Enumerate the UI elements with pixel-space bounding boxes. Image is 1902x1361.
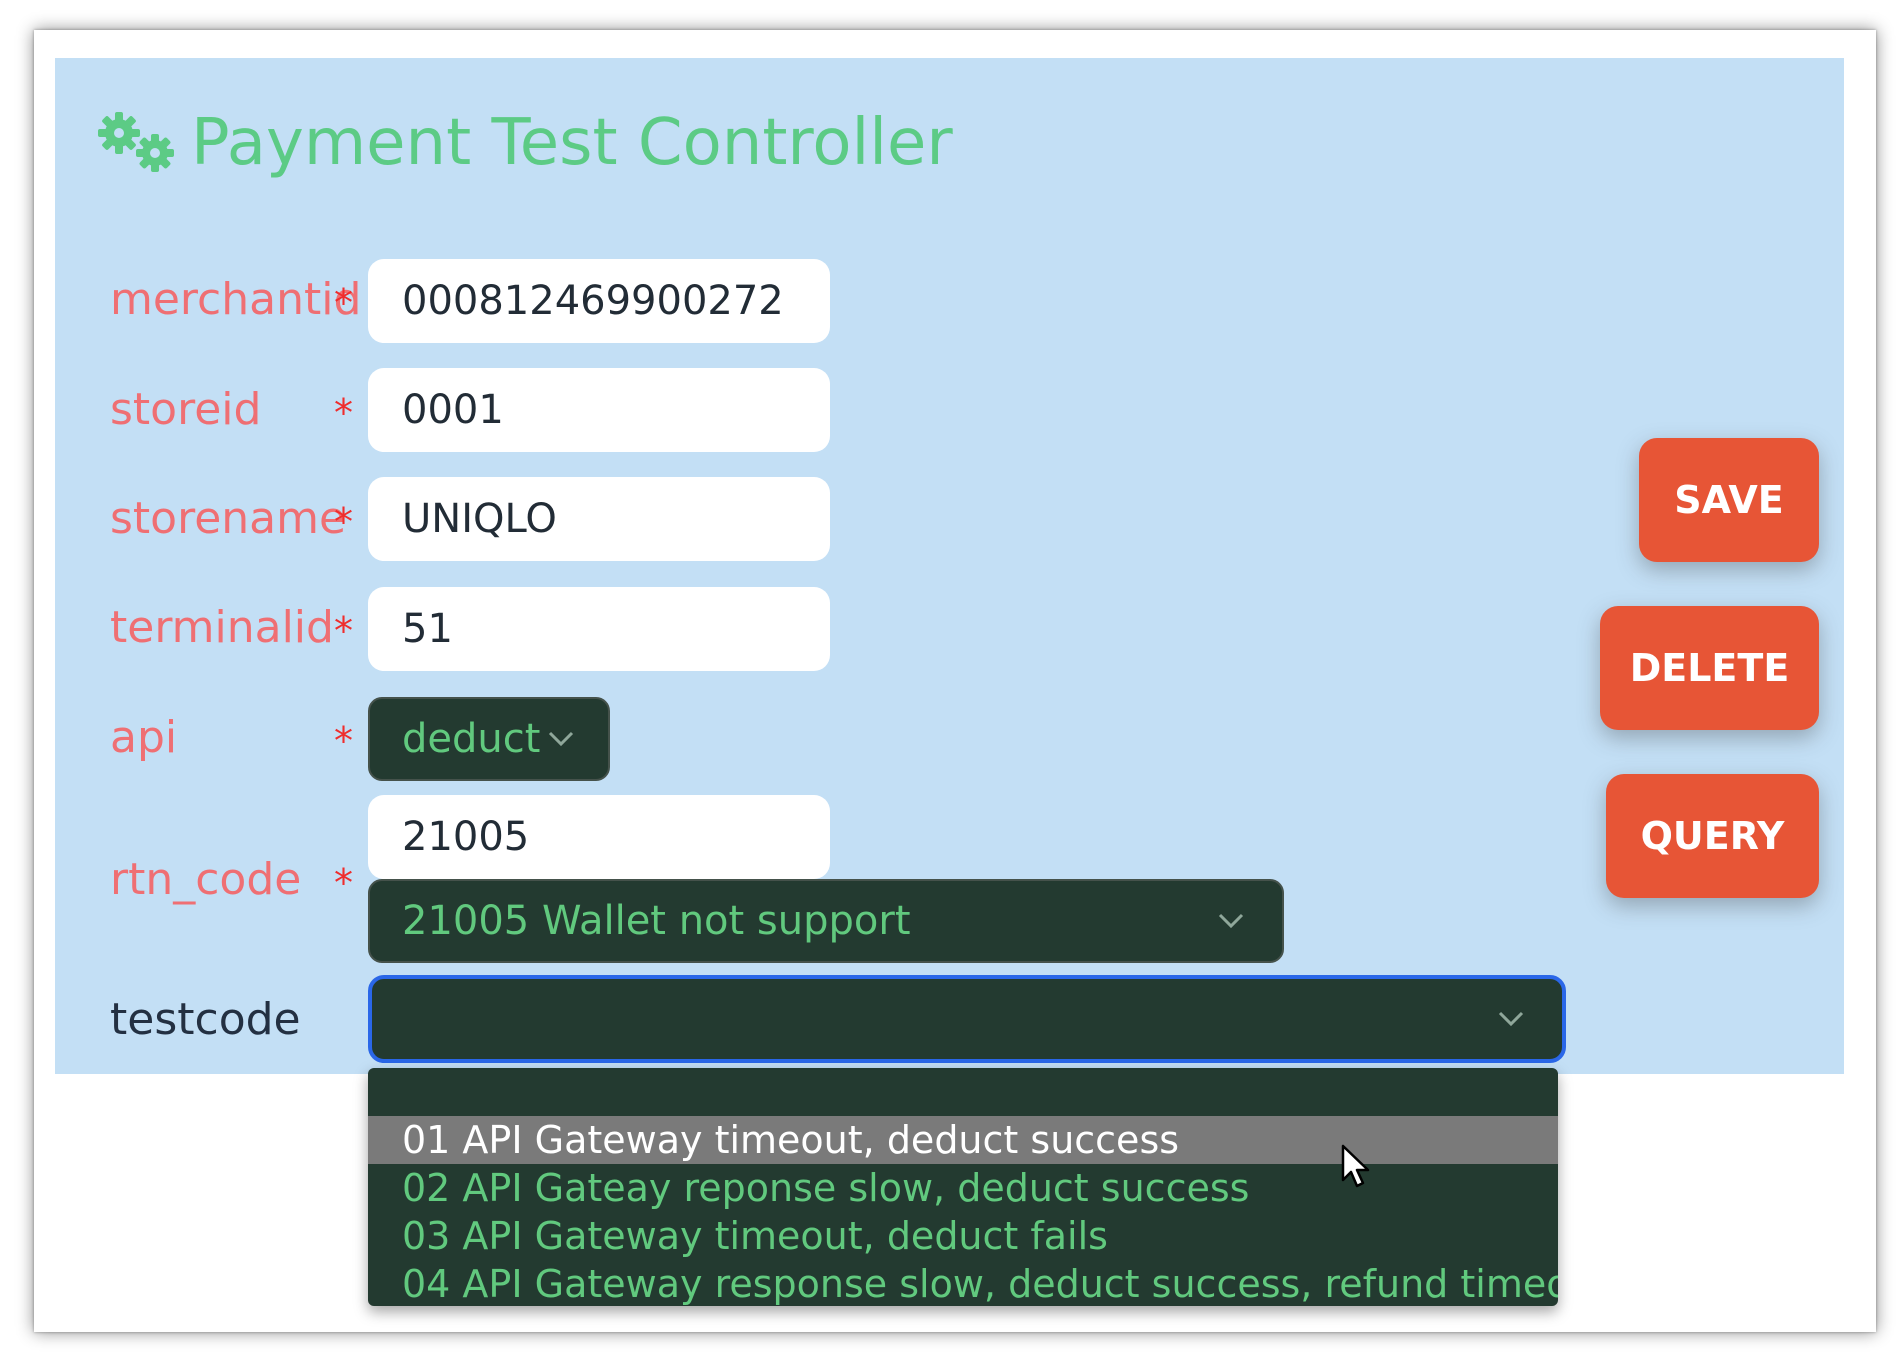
rtn-code-input[interactable]: 21005: [368, 795, 830, 879]
save-button[interactable]: SAVE: [1639, 438, 1819, 562]
chevron-down-icon: [1218, 913, 1244, 929]
page-title: Payment Test Controller: [191, 106, 953, 180]
delete-button[interactable]: DELETE: [1600, 606, 1819, 730]
merchantid-label: merchantid: [110, 274, 362, 325]
api-label: api: [110, 712, 178, 763]
merchantid-required-mark: *: [334, 281, 353, 325]
rtn-code-label: rtn_code: [110, 854, 302, 905]
chevron-down-icon: [548, 731, 574, 747]
storeid-input[interactable]: 0001: [368, 368, 830, 452]
testcode-option-01[interactable]: 01 API Gateway timeout, deduct success: [368, 1116, 1558, 1164]
terminalid-input[interactable]: 51: [368, 587, 830, 671]
storename-required-mark: *: [334, 500, 353, 544]
rtn-code-select[interactable]: 21005 Wallet not support: [368, 879, 1284, 963]
gears-icon: [98, 112, 174, 172]
rtn-code-selected-value: 21005 Wallet not support: [402, 898, 911, 944]
testcode-option-02[interactable]: 02 API Gateay reponse slow, deduct succe…: [368, 1164, 1558, 1212]
storeid-label: storeid: [110, 384, 262, 435]
storeid-required-mark: *: [334, 391, 353, 435]
api-select[interactable]: deduct: [368, 697, 610, 781]
page-header: Payment Test Controller: [97, 103, 953, 183]
storename-label: storename: [110, 493, 347, 544]
mouse-pointer-icon: [1341, 1144, 1370, 1188]
terminalid-label: terminalid: [110, 602, 334, 653]
rtn-code-required-mark: *: [334, 861, 353, 905]
api-selected-value: deduct: [402, 716, 541, 762]
terminalid-required-mark: *: [334, 609, 353, 653]
testcode-option-04[interactable]: 04 API Gateway response slow, deduct suc…: [368, 1260, 1558, 1306]
api-required-mark: *: [334, 719, 353, 763]
merchantid-input[interactable]: 000812469900272: [368, 259, 830, 343]
storename-input[interactable]: UNIQLO: [368, 477, 830, 561]
testcode-option-empty[interactable]: [368, 1068, 1558, 1116]
query-button[interactable]: QUERY: [1606, 774, 1819, 898]
testcode-select[interactable]: [368, 975, 1566, 1063]
testcode-option-03[interactable]: 03 API Gateway timeout, deduct fails: [368, 1212, 1558, 1260]
testcode-label: testcode: [110, 994, 301, 1045]
chevron-down-icon: [1498, 1011, 1524, 1027]
testcode-options-list: 01 API Gateway timeout, deduct success 0…: [368, 1068, 1558, 1306]
